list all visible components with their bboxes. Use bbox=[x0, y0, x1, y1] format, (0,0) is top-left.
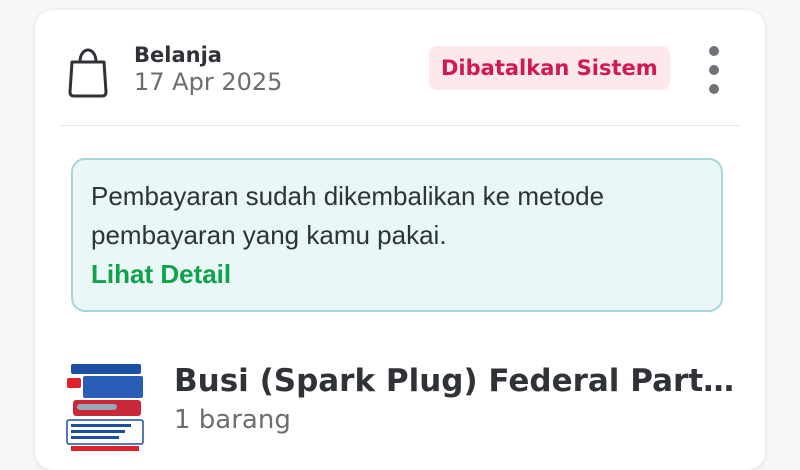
status-badge: Dibatalkan Sistem bbox=[429, 46, 670, 90]
shopping-bag-icon bbox=[68, 48, 108, 98]
more-vertical-icon bbox=[709, 46, 719, 56]
order-card[interactable]: Belanja 17 Apr 2025 Dibatalkan Sistem Pe… bbox=[35, 10, 765, 470]
product-quantity: 1 barang bbox=[174, 405, 291, 435]
more-options-button[interactable] bbox=[699, 46, 729, 94]
refund-message: Pembayaran sudah dikembalikan ke metode … bbox=[91, 181, 605, 250]
order-type-label: Belanja bbox=[134, 43, 222, 67]
refund-info-box: Pembayaran sudah dikembalikan ke metode … bbox=[71, 158, 723, 312]
product-thumbnail bbox=[65, 362, 145, 452]
order-date: 17 Apr 2025 bbox=[134, 68, 283, 96]
view-detail-link[interactable]: Lihat Detail bbox=[91, 255, 231, 294]
divider bbox=[60, 125, 740, 126]
product-row[interactable]: Busi (Spark Plug) Federal Parts Original… bbox=[35, 350, 765, 460]
order-header: Belanja 17 Apr 2025 Dibatalkan Sistem bbox=[35, 10, 765, 125]
product-title: Busi (Spark Plug) Federal Parts Original bbox=[174, 363, 739, 399]
